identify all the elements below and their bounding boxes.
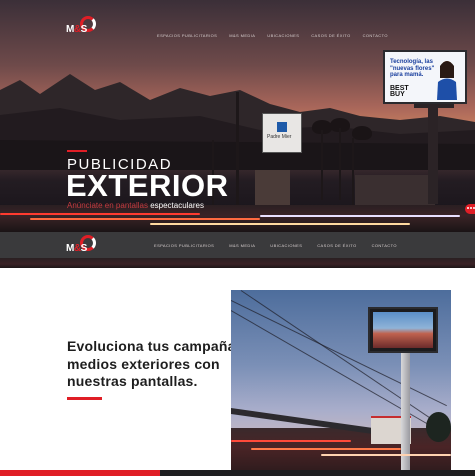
nav-casos-de-exito[interactable]: Casos de Éxito	[311, 33, 350, 38]
light-trail	[321, 454, 451, 456]
palm-tree	[352, 126, 372, 140]
street-pole	[352, 138, 354, 208]
ms-logo-icon[interactable]: M&S	[66, 16, 100, 38]
overpass	[231, 408, 451, 436]
chat-bubble-icon[interactable]	[465, 204, 475, 214]
sticky-nav-espacios-publicitarios[interactable]: Espacios Publicitarios	[154, 243, 214, 248]
hero-subtitle: Anúnciate en pantallas espectaculares	[67, 201, 204, 210]
sticky-nav-contacto[interactable]: Contacto	[372, 243, 397, 248]
nav-espacios-publicitarios[interactable]: Espacios Publicitarios	[157, 33, 217, 38]
nav-contacto[interactable]: Contacto	[363, 33, 388, 38]
hero-subtitle-highlight: espectaculares	[150, 201, 204, 210]
billboard-brand: BEST BUY	[390, 85, 409, 98]
headline-accent-line	[67, 397, 102, 400]
hero-banner: Padre Mier Tecnología, las "nuevas flore…	[0, 0, 475, 232]
palm-trunk	[339, 128, 341, 200]
ms-logo-icon[interactable]: M&S	[66, 235, 100, 257]
building-block	[255, 170, 290, 210]
building-block	[355, 175, 435, 207]
hero-bottom-strip	[0, 258, 475, 268]
sticky-nav-links: Espacios Publicitarios M&S Media Ubicaci…	[154, 243, 397, 248]
top-navigation: M&S Espacios Publicitarios M&S Media Ubi…	[0, 0, 475, 60]
hero-subtitle-prefix: Anúnciate en pantallas	[67, 201, 148, 210]
hero-accent-line	[67, 150, 87, 152]
light-trail	[30, 218, 260, 220]
light-trail	[150, 223, 410, 225]
palm-trunk	[321, 130, 323, 200]
street-sign-text: Padre Mier	[267, 134, 292, 140]
street-sign: Padre Mier	[262, 113, 302, 153]
light-trail	[260, 215, 460, 217]
street-pole	[236, 92, 239, 212]
light-trail	[0, 213, 200, 215]
hero-title-line2: EXTERIOR	[66, 168, 229, 203]
sticky-nav-ubicaciones[interactable]: Ubicaciones	[270, 243, 302, 248]
top-nav-links: Espacios Publicitarios M&S Media Ubicaci…	[157, 33, 388, 38]
light-trail	[251, 448, 401, 450]
sticky-navigation: M&S Espacios Publicitarios M&S Media Ubi…	[0, 232, 475, 258]
billboard-headline: Tecnología, las "nuevas flores" para mam…	[390, 59, 435, 78]
led-screen	[368, 307, 438, 353]
sticky-nav-ms-media[interactable]: M&S Media	[229, 243, 255, 248]
nav-ubicaciones[interactable]: Ubicaciones	[267, 33, 299, 38]
bottom-strip	[0, 470, 475, 476]
road-ground	[231, 428, 451, 476]
billboard-pole	[428, 104, 438, 204]
light-trail	[231, 440, 351, 442]
sticky-nav-casos-de-exito[interactable]: Casos de Éxito	[317, 243, 356, 248]
billboard-photo	[231, 290, 451, 476]
tree	[426, 412, 451, 442]
sign-logo-icon	[277, 122, 287, 132]
billboard-pole	[401, 352, 410, 476]
nav-ms-media[interactable]: M&S Media	[229, 33, 255, 38]
person-photo-icon	[437, 61, 457, 100]
